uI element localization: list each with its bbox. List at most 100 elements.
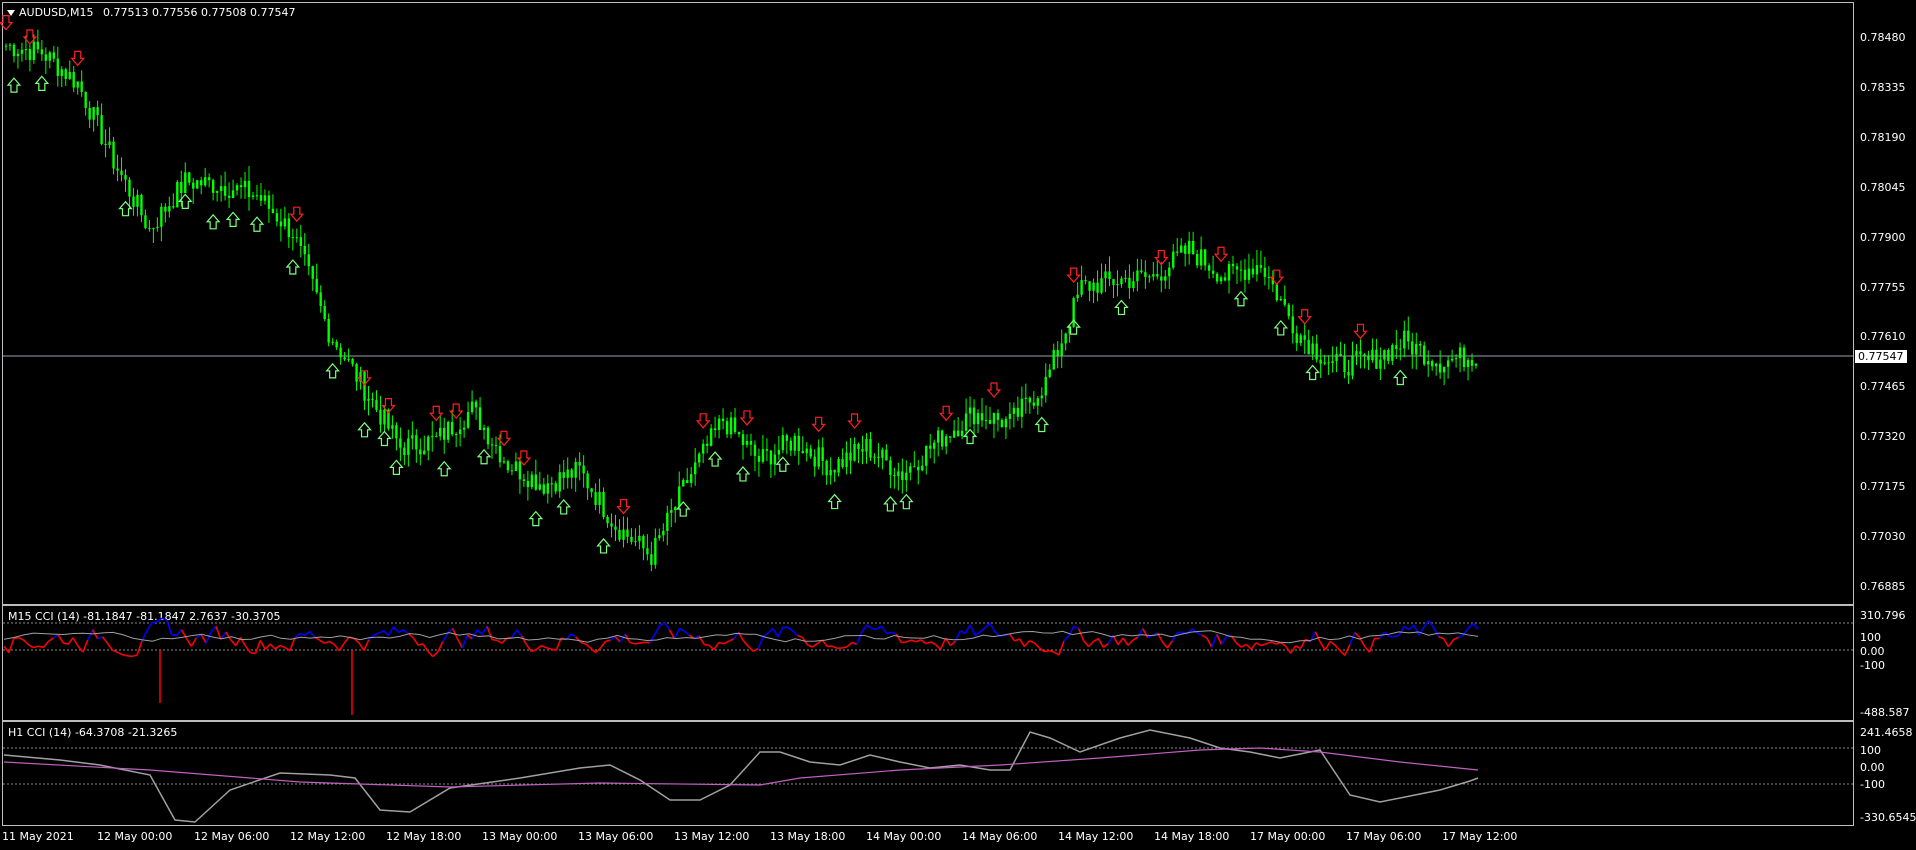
cci-m15-line xyxy=(723,640,730,645)
candle-body xyxy=(1215,273,1219,282)
buy-arrow-icon xyxy=(249,216,265,232)
candle-body xyxy=(247,180,251,198)
cci-m15-line xyxy=(33,645,39,649)
candle-body xyxy=(152,227,155,229)
candle-body xyxy=(753,444,757,456)
cci-m15-line xyxy=(1087,641,1095,648)
cci-m15-line xyxy=(387,626,395,636)
candle-body xyxy=(88,107,91,120)
candle-body xyxy=(988,419,992,424)
candle-body xyxy=(1191,240,1195,254)
sell-arrow-icon xyxy=(1213,246,1229,263)
cci-m15-line xyxy=(713,642,720,651)
buy-arrow-icon xyxy=(899,493,914,510)
cci-m15-line xyxy=(969,624,976,636)
candle-body xyxy=(944,436,948,447)
cci-m15-line xyxy=(1102,643,1109,648)
candle-body xyxy=(801,451,804,454)
candle-body xyxy=(658,535,661,538)
candle-body xyxy=(1466,360,1470,368)
candle-body xyxy=(813,456,816,467)
cci-m15-line xyxy=(363,639,370,651)
cci-m15-line xyxy=(461,634,469,649)
sell-arrow-icon xyxy=(1066,267,1081,284)
candle-body xyxy=(1116,284,1119,286)
candle-body xyxy=(833,469,836,473)
cci-m15-line xyxy=(1438,635,1444,640)
candle-body xyxy=(411,435,414,439)
candle-body xyxy=(921,465,924,471)
cci-m15-line xyxy=(156,617,163,623)
cci-m15-line xyxy=(1349,632,1356,645)
candle-body xyxy=(693,462,697,475)
cci-m15-line xyxy=(299,632,306,637)
cci-m15-line xyxy=(964,624,971,635)
cci-m15-line xyxy=(200,634,207,644)
cci-m15-line xyxy=(378,630,384,634)
buy-arrow-icon xyxy=(389,459,404,475)
cci-m15-line xyxy=(1413,624,1420,636)
cci-m15-line xyxy=(708,644,715,651)
candle-body xyxy=(646,548,649,555)
candle-body xyxy=(1052,350,1055,370)
cci-m15-line xyxy=(254,640,262,654)
cci-m15-line xyxy=(324,640,330,644)
cci-m15-line xyxy=(831,645,838,649)
candle-body xyxy=(725,421,729,435)
cci-m15-line xyxy=(767,627,774,634)
candle-body xyxy=(192,182,195,189)
cci-m15-line xyxy=(974,631,981,637)
candle-body xyxy=(606,516,609,524)
candle-body xyxy=(343,357,346,360)
cci-m15-line xyxy=(1029,640,1035,644)
candle-body xyxy=(713,428,717,431)
candle-body xyxy=(371,398,374,400)
cci-m15-line xyxy=(1117,637,1124,646)
candle-body xyxy=(160,206,163,227)
candle-body xyxy=(530,474,534,488)
cci-m15-line xyxy=(1018,638,1026,647)
candle-body xyxy=(454,434,458,436)
cci-m15-line xyxy=(62,642,69,646)
cci-m15-line xyxy=(742,640,749,647)
candle-body xyxy=(1004,418,1008,428)
candle-body xyxy=(1124,277,1127,279)
buy-arrow-icon xyxy=(357,421,372,438)
candle-body xyxy=(303,245,306,255)
cci-m15-line xyxy=(792,630,799,637)
cci-m15-line xyxy=(520,635,528,646)
candle-body xyxy=(1227,263,1231,281)
cci-m15-line xyxy=(851,641,858,645)
cci-m15-line xyxy=(555,637,562,651)
cci-m15-line xyxy=(1260,643,1267,647)
candle-body xyxy=(1195,253,1199,266)
candle-body xyxy=(1251,268,1255,275)
cci-m15-line xyxy=(891,631,897,635)
candle-body xyxy=(586,473,589,489)
candle-body xyxy=(315,278,318,293)
candle-body xyxy=(1347,372,1350,376)
candle-body xyxy=(1187,240,1191,254)
candle-body xyxy=(1295,333,1298,344)
candle-body xyxy=(1363,354,1366,357)
candle-body xyxy=(897,471,900,477)
buy-arrow-icon xyxy=(325,362,340,379)
candle-body xyxy=(164,206,167,212)
candle-body xyxy=(984,419,988,421)
candle-body xyxy=(705,443,709,446)
candle-body xyxy=(478,407,482,431)
candle-body xyxy=(566,469,569,478)
sell-arrow-icon xyxy=(739,410,755,426)
candle-body xyxy=(443,427,446,440)
candle-body xyxy=(682,480,685,487)
cci-m15-line xyxy=(846,641,853,648)
cci-m15-line xyxy=(728,638,734,643)
candle-body xyxy=(542,484,546,494)
candle-body xyxy=(948,436,952,438)
candle-body xyxy=(1446,360,1450,367)
candle-body xyxy=(1259,265,1263,268)
cci-m15-line xyxy=(122,653,128,657)
candle-body xyxy=(100,115,103,145)
cci-m15-line xyxy=(171,633,177,637)
cci-m15-line xyxy=(915,639,922,643)
